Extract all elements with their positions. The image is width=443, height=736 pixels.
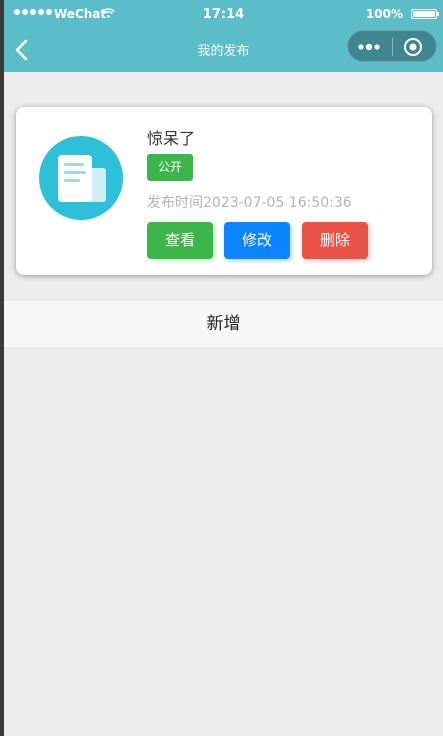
post-card: 惊呆了 公开 发布时间2023-07-05 16:50:36 查看 修改 删除 [16, 107, 432, 275]
delete-button[interactable]: 删除 [302, 222, 368, 259]
visibility-badge: 公开 [147, 154, 193, 181]
close-miniprogram-icon[interactable] [403, 37, 423, 57]
edit-button[interactable]: 修改 [224, 222, 290, 259]
document-icon [39, 136, 123, 220]
post-title: 惊呆了 [147, 129, 196, 148]
publish-time: 发布时间2023-07-05 16:50:36 [147, 195, 352, 211]
battery-percent: 100% [365, 7, 403, 21]
battery-icon [411, 9, 439, 19]
miniprogram-capsule [347, 30, 437, 62]
status-bar: WeChat 17:14 100% [4, 0, 443, 26]
phone-screen: WeChat 17:14 100% 我的发布 惊呆了 公开 发布时间2023-0… [4, 0, 443, 736]
capsule-divider [392, 38, 393, 56]
more-icon[interactable] [357, 38, 383, 56]
add-button[interactable]: 新增 [4, 301, 443, 347]
view-button[interactable]: 查看 [147, 222, 213, 259]
navigation-bar: 我的发布 [4, 26, 443, 72]
